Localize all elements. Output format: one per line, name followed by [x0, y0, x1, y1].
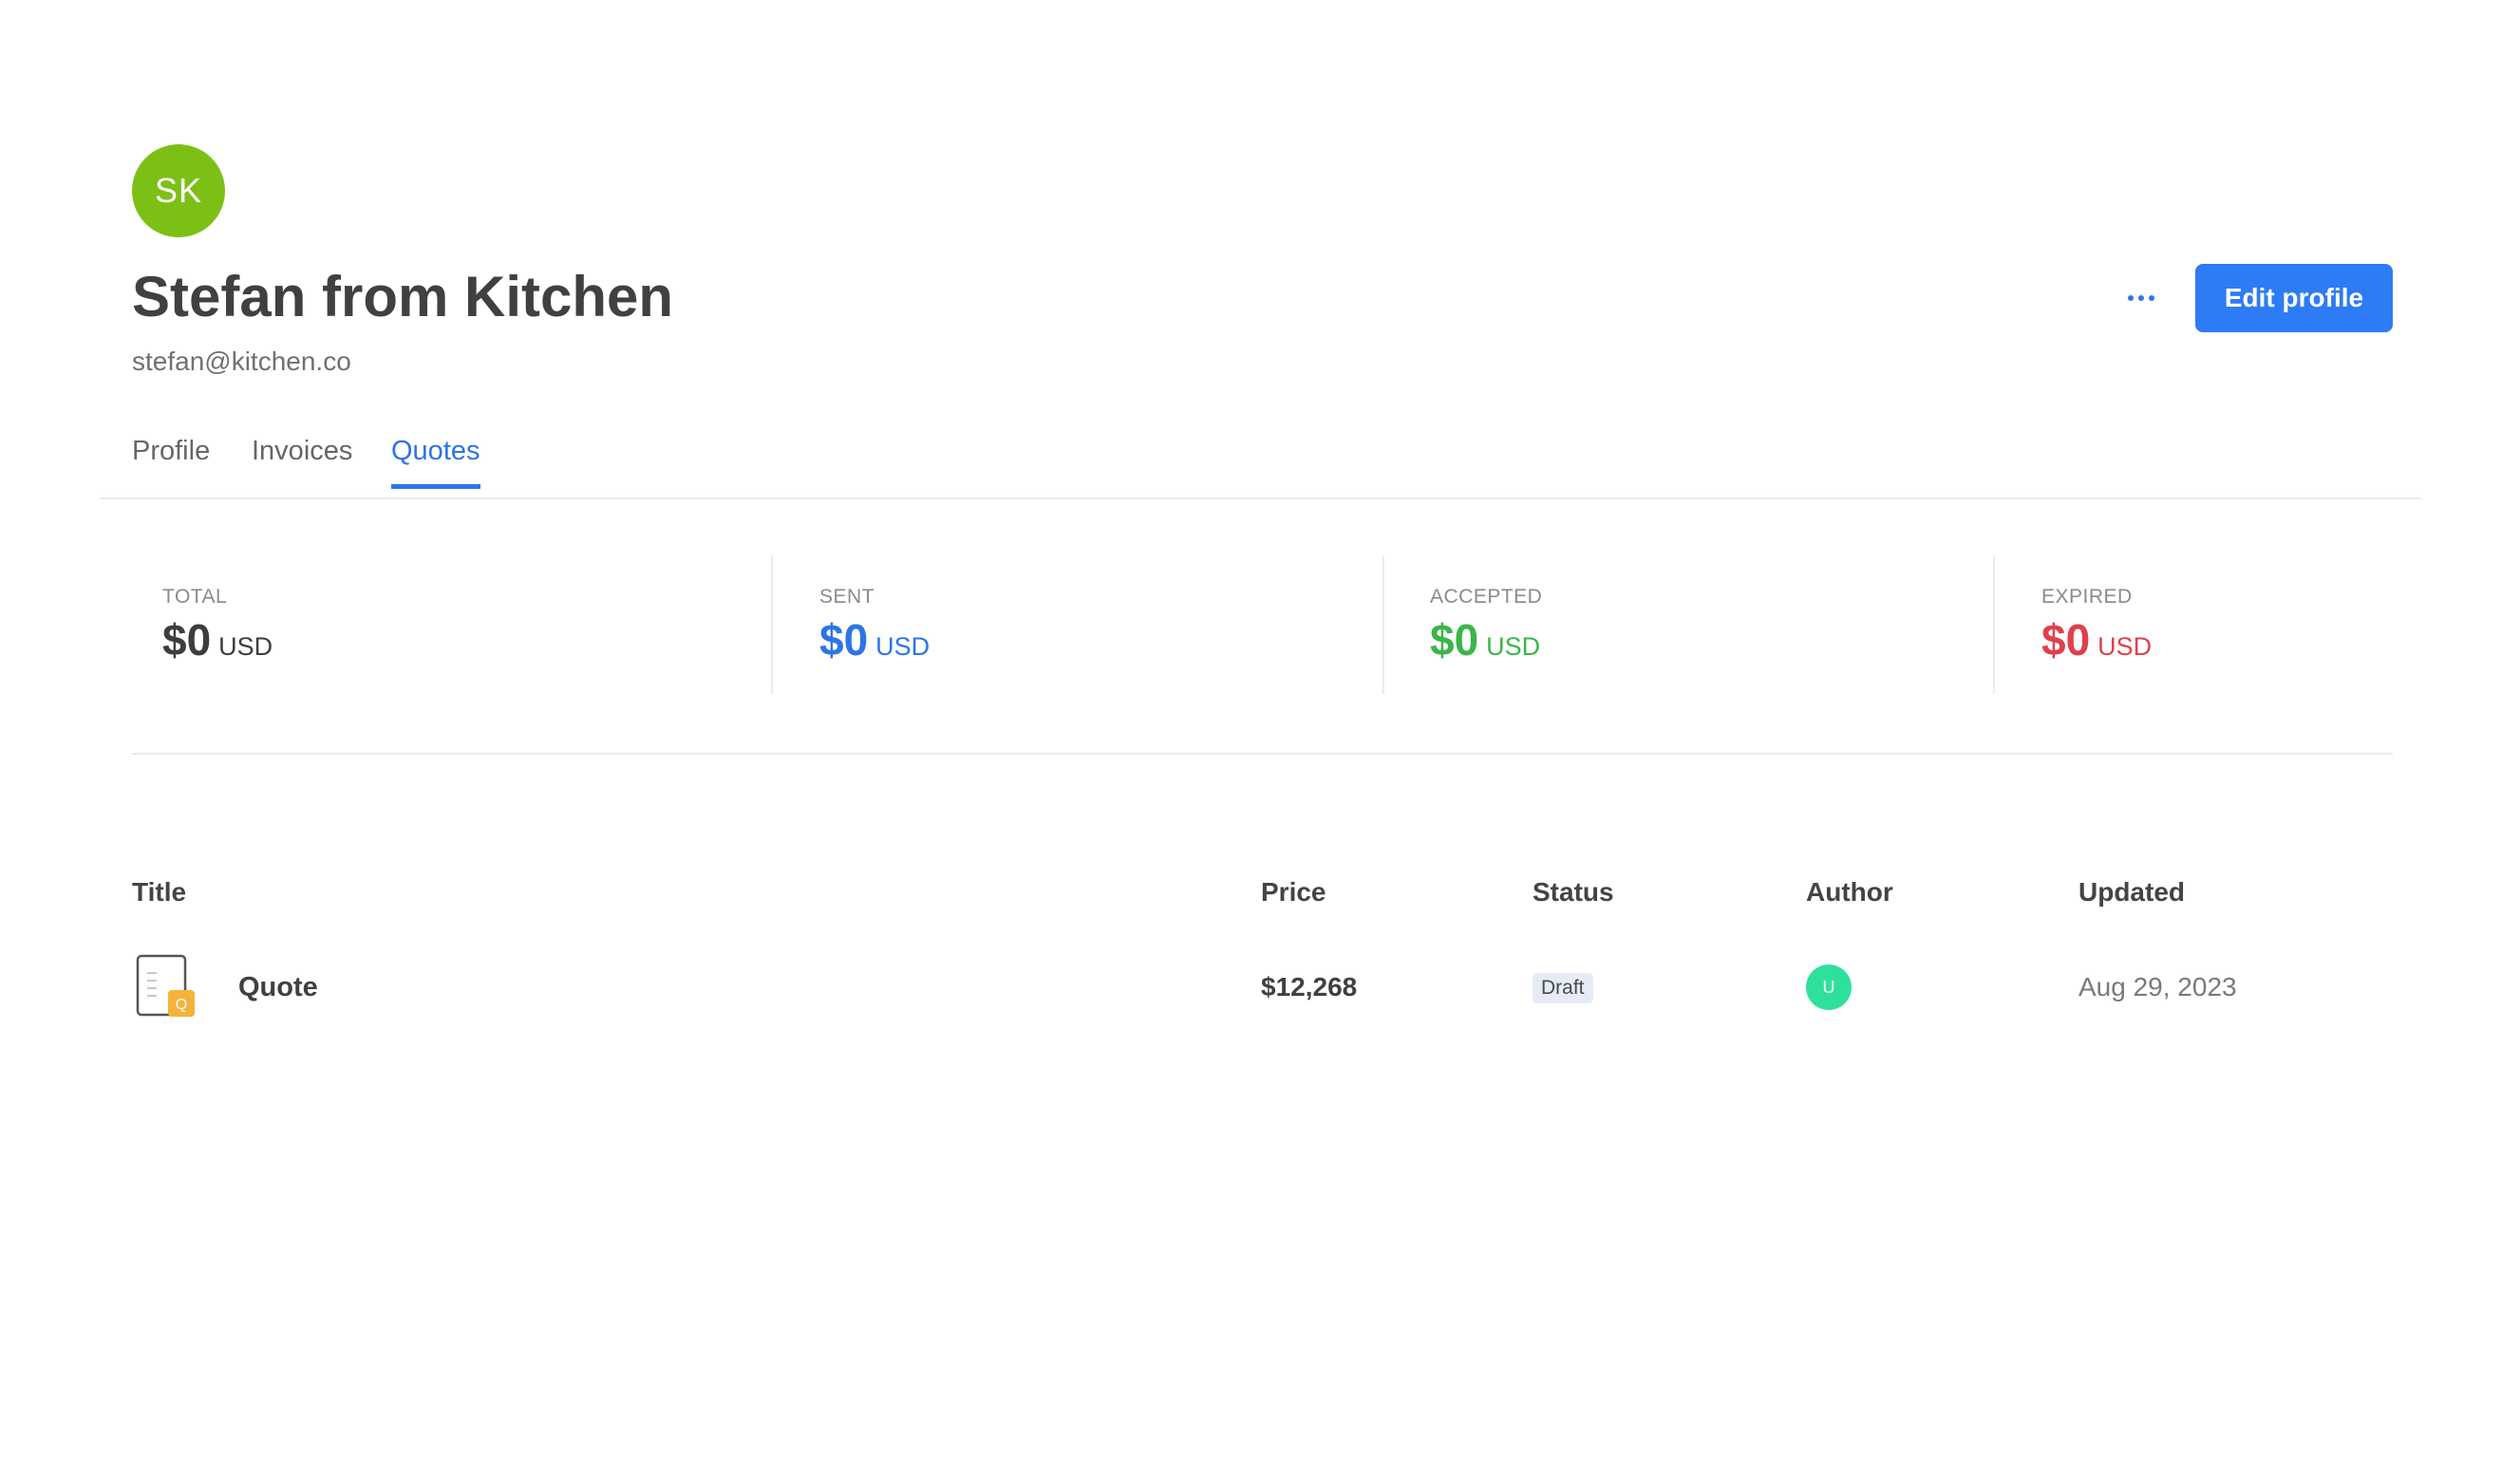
more-horizontal-icon — [2128, 295, 2154, 301]
page-title: Stefan from Kitchen — [132, 265, 674, 328]
column-header-title[interactable]: Title — [132, 869, 186, 916]
quote-document-icon: Q — [136, 954, 195, 1017]
stat-value: $0 USD — [1430, 614, 1540, 665]
edit-profile-button[interactable]: Edit profile — [2195, 264, 2393, 332]
column-header-status[interactable]: Status — [1533, 869, 1614, 916]
column-header-author[interactable]: Author — [1806, 869, 1893, 916]
stat-label: SENT — [819, 586, 875, 608]
tab-quotes[interactable]: Quotes — [391, 432, 480, 489]
updated-date: Aug 29, 2023 — [2078, 972, 2237, 1002]
column-header-updated[interactable]: Updated — [2078, 869, 2185, 916]
tab-invoices[interactable]: Invoices — [252, 432, 352, 489]
stat-value: $0 USD — [819, 614, 930, 665]
tab-profile[interactable]: Profile — [132, 432, 210, 489]
stats-divider — [132, 753, 2393, 755]
stat-divider — [1382, 555, 1384, 694]
stat-amount: $0 — [162, 615, 212, 665]
stat-label: EXPIRED — [2041, 586, 2133, 608]
client-profile-page: SK Stefan from Kitchen stefan@kitchen.co… — [0, 0, 2520, 1479]
stat-unit: USD — [218, 632, 273, 661]
stat-unit: USD — [875, 632, 931, 661]
column-header-price[interactable]: Price — [1261, 869, 1326, 916]
stat-amount: $0 — [819, 615, 869, 665]
icon-badge-letter: Q — [176, 997, 187, 1013]
more-options-button[interactable] — [2113, 273, 2170, 323]
author-avatar: U — [1806, 964, 1852, 1010]
quote-stats: TOTAL $0 USD SENT $0 USD ACCEPTED $0 USD EX… — [132, 555, 2393, 755]
quote-title[interactable]: Quote — [238, 945, 318, 1030]
stat-label: ACCEPTED — [1430, 586, 1543, 608]
status-badge: Draft — [1533, 973, 1593, 1003]
stat-amount: $0 — [2041, 615, 2091, 665]
stat-divider — [771, 555, 773, 694]
stat-divider — [1993, 555, 1995, 694]
stat-amount: $0 — [1430, 615, 1479, 665]
table-row[interactable]: Q Quote $12,268 Draft U Aug 29, 2023 — [132, 945, 2393, 1030]
stat-value: $0 USD — [162, 614, 273, 665]
avatar: SK — [132, 144, 225, 237]
stat-value: $0 USD — [2041, 614, 2152, 665]
profile-email: stefan@kitchen.co — [132, 346, 351, 376]
tab-bar: Profile Invoices Quotes — [100, 422, 2421, 499]
quote-price: $12,268 — [1261, 972, 1358, 1002]
stat-label: TOTAL — [162, 586, 228, 608]
stat-unit: USD — [1486, 632, 1541, 661]
stat-unit: USD — [2097, 632, 2153, 661]
